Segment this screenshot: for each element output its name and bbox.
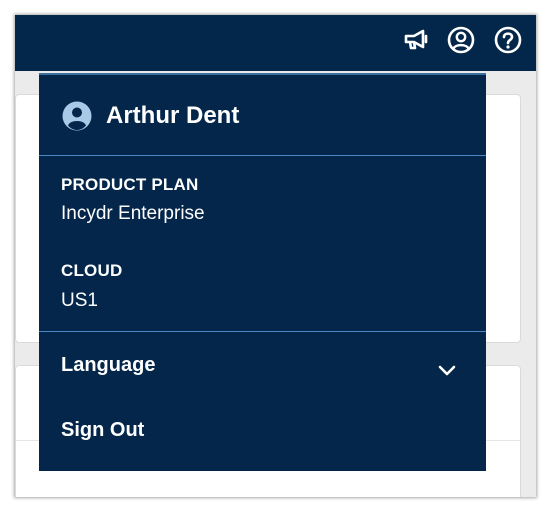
chevron-down-icon — [436, 359, 458, 381]
sign-out-label: Sign Out — [61, 419, 145, 441]
language-menu-item[interactable]: Language — [39, 332, 486, 388]
user-name: Arthur Dent — [106, 102, 240, 129]
product-plan-value: Incydr Enterprise — [61, 203, 205, 224]
language-label: Language — [61, 354, 156, 376]
product-plan-label: PRODUCT PLAN — [61, 175, 199, 194]
top-navigation-bar — [15, 15, 536, 71]
help-circle-icon[interactable] — [493, 25, 523, 55]
cloud-value: US1 — [61, 290, 98, 311]
user-menu-dropdown: Arthur Dent PRODUCT PLAN Incydr Enterpri… — [39, 73, 486, 471]
avatar-icon — [62, 101, 92, 131]
user-circle-icon[interactable] — [446, 25, 476, 55]
user-menu-header: Arthur Dent — [39, 73, 486, 156]
cloud-label: CLOUD — [61, 261, 123, 280]
sign-out-menu-item[interactable]: Sign Out — [39, 401, 486, 457]
app-window: Arthur Dent PRODUCT PLAN Incydr Enterpri… — [15, 15, 536, 497]
megaphone-icon[interactable] — [402, 25, 432, 55]
